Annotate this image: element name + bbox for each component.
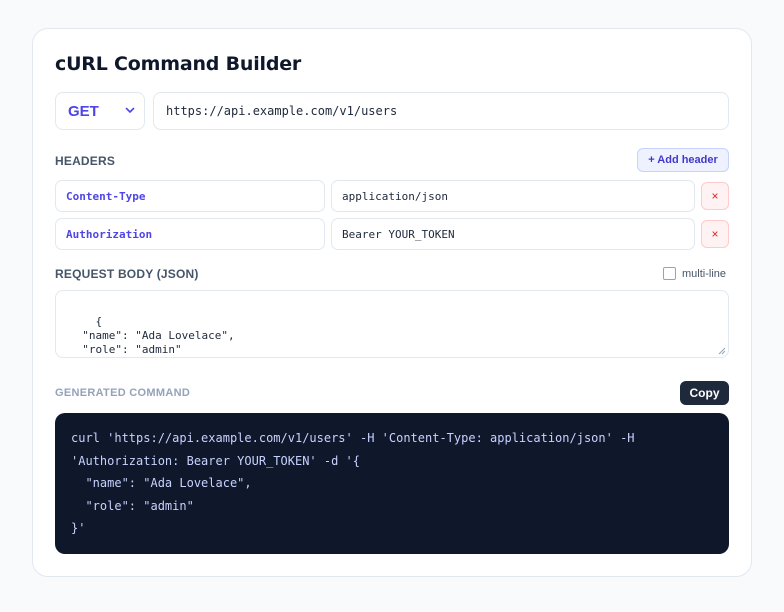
page-title: cURL Command Builder [55,53,302,75]
curl-builder-card: cURL Command Builder GET https://api.exa… [32,28,752,577]
header-key-input[interactable]: Authorization [55,218,325,250]
generated-command-label: GENERATED COMMAND [55,387,191,399]
multiline-checkbox[interactable] [663,267,676,280]
close-icon: × [711,227,719,241]
remove-header-button[interactable]: × [701,220,729,248]
body-section-label: REQUEST BODY (JSON) [55,267,199,281]
generated-command-output: curl 'https://api.example.com/v1/users' … [55,413,729,554]
headers-section-label: HEADERS [55,154,116,168]
multiline-toggle[interactable]: multi-line [663,267,726,280]
header-value-input[interactable]: application/json [331,180,695,212]
url-input[interactable]: https://api.example.com/v1/users [153,92,729,130]
method-select[interactable]: GET [55,92,145,130]
header-value-input[interactable]: Bearer YOUR_TOKEN [331,218,695,250]
multiline-label: multi-line [682,267,727,280]
resize-handle-icon[interactable] [718,347,726,355]
request-body-text: { "name": "Ada Lovelace", "role": "admin… [82,315,235,356]
header-key-input[interactable]: Content-Type [55,180,325,212]
request-body-textarea[interactable]: { "name": "Ada Lovelace", "role": "admin… [55,290,729,358]
remove-header-button[interactable]: × [701,182,729,210]
close-icon: × [711,189,719,203]
add-header-button[interactable]: + Add header [637,148,729,172]
method-value: GET [68,102,99,120]
copy-button[interactable]: Copy [680,381,729,405]
chevron-down-icon [125,107,135,113]
